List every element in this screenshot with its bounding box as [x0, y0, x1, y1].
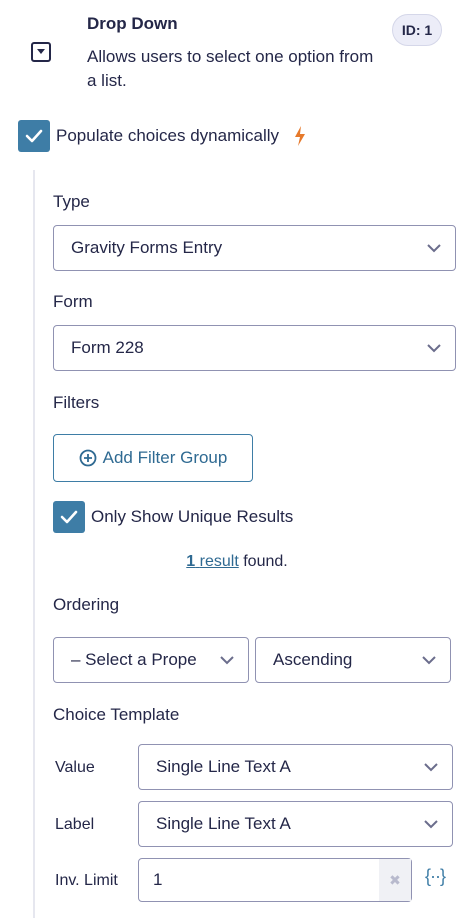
- chevron-down-icon: [220, 656, 234, 665]
- populate-dynamically-checkbox[interactable]: [18, 120, 50, 152]
- add-filter-group-label: Add Filter Group: [102, 448, 228, 467]
- unique-results-label: Only Show Unique Results: [91, 507, 294, 526]
- unique-results-checkbox[interactable]: [53, 501, 85, 533]
- value-label: Value: [55, 759, 95, 776]
- label-template-select[interactable]: Single Line Text A: [138, 801, 453, 847]
- checkmark-icon: [60, 510, 78, 524]
- ordering-direction-value: Ascending: [273, 650, 353, 669]
- field-id-badge: ID: 1: [392, 14, 442, 46]
- inv-limit-input[interactable]: 1 ✖: [138, 858, 412, 902]
- inv-limit-label: Inv. Limit: [55, 872, 118, 889]
- plus-circle-icon: [79, 449, 97, 467]
- type-select[interactable]: Gravity Forms Entry: [53, 225, 456, 271]
- inv-limit-value: 1: [153, 870, 163, 889]
- results-link[interactable]: 1 result: [186, 553, 238, 570]
- clear-icon[interactable]: ✖: [379, 859, 411, 901]
- add-filter-group-button[interactable]: Add Filter Group: [53, 434, 253, 482]
- value-template-select[interactable]: Single Line Text A: [138, 744, 453, 790]
- type-select-value: Gravity Forms Entry: [71, 238, 223, 257]
- dropdown-field-icon: [31, 42, 51, 62]
- type-label: Type: [53, 192, 90, 211]
- settings-indent-line: [33, 170, 35, 918]
- results-suffix: found.: [243, 553, 288, 570]
- field-title: Drop Down: [87, 14, 178, 33]
- value-template-value: Single Line Text A: [156, 757, 291, 776]
- filters-label: Filters: [53, 393, 100, 412]
- chevron-down-icon: [427, 344, 441, 353]
- results-count-text: 1 result found.: [0, 553, 474, 571]
- form-label: Form: [53, 292, 93, 311]
- chevron-down-icon: [427, 244, 441, 253]
- label-label: Label: [55, 816, 95, 833]
- choice-template-label: Choice Template: [53, 705, 180, 724]
- ordering-property-value: – Select a Prope: [71, 650, 197, 669]
- checkmark-icon: [25, 129, 43, 143]
- merge-tag-icon[interactable]: {··}: [425, 866, 446, 887]
- form-select-value: Form 228: [71, 338, 144, 357]
- lightning-icon: [295, 126, 305, 146]
- ordering-property-select[interactable]: – Select a Prope: [53, 637, 249, 683]
- label-template-value: Single Line Text A: [156, 814, 291, 833]
- field-description: Allows users to select one option from a…: [87, 47, 374, 90]
- form-select[interactable]: Form 228: [53, 325, 456, 371]
- ordering-direction-select[interactable]: Ascending: [255, 637, 451, 683]
- chevron-down-icon: [424, 763, 438, 772]
- populate-dynamically-label: Populate choices dynamically: [56, 126, 280, 145]
- ordering-label: Ordering: [53, 595, 120, 614]
- chevron-down-icon: [424, 820, 438, 829]
- chevron-down-icon: [422, 656, 436, 665]
